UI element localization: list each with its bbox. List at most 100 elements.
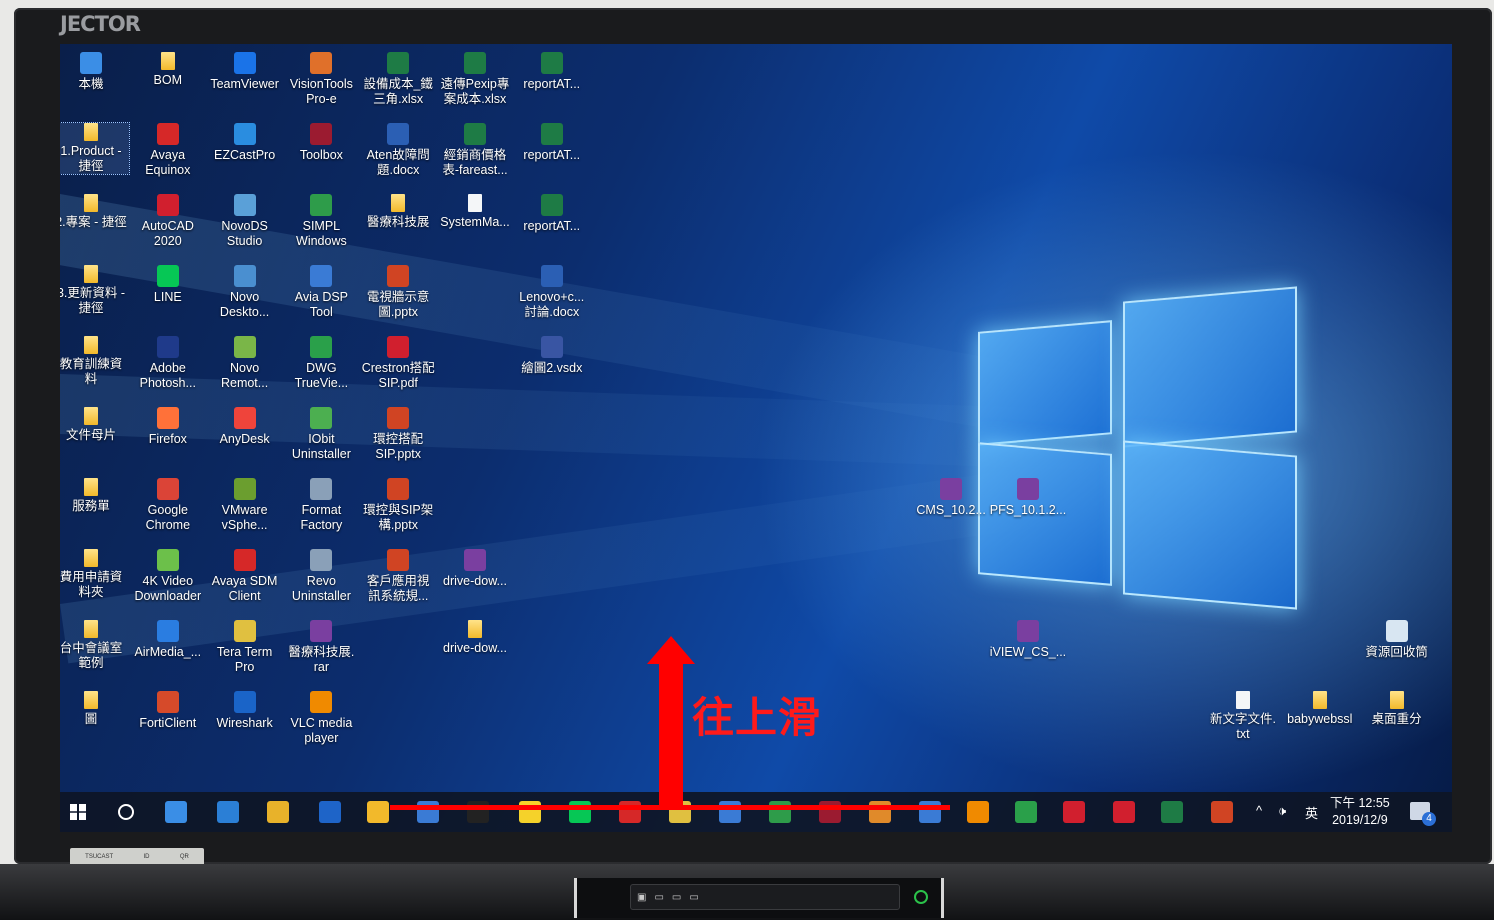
powerpoint-file-icon <box>387 478 410 500</box>
desktop-icon[interactable]: Novo Deskto... <box>207 265 283 320</box>
desktop-icon[interactable]: 經銷商價格 表-fareast... <box>437 123 513 178</box>
desktop-icon[interactable]: 台中會議室 範例 <box>60 620 129 671</box>
desktop-icon[interactable]: 遠傳Pexip專 案成本.xlsx <box>437 52 513 107</box>
taskbar-ie[interactable] <box>216 800 240 824</box>
taskbar-autocad[interactable] <box>1062 800 1086 824</box>
desktop-icon[interactable]: iVIEW_CS_... <box>990 620 1066 660</box>
tray-chevron[interactable]: ^ <box>1256 803 1262 818</box>
desktop-icon[interactable]: 3.更新資料 - 捷徑 <box>60 265 129 316</box>
desktop-icon[interactable]: 資源回收筒 <box>1359 620 1435 660</box>
desktop-icon[interactable]: AnyDesk <box>207 407 283 447</box>
desktop-icon[interactable]: AutoCAD 2020 <box>130 194 206 249</box>
desktop-icon[interactable]: DWG TrueVie... <box>283 336 359 391</box>
start-button[interactable] <box>66 800 90 824</box>
desktop-icon[interactable]: drive-dow... <box>437 620 513 656</box>
desktop-icon[interactable]: Crestron搭配 SIP.pdf <box>360 336 436 391</box>
desktop-icon[interactable]: VisionTools Pro-e <box>283 52 359 107</box>
desktop-icon[interactable]: PFS_10.1.2... <box>990 478 1066 518</box>
volume-icon[interactable]: 🕩 <box>1278 803 1286 819</box>
taskbar-file-explorer[interactable] <box>366 800 390 824</box>
action-center-icon[interactable]: 4 <box>1410 802 1436 826</box>
search-button[interactable] <box>114 800 138 824</box>
desktop-icon[interactable]: BOM <box>130 52 206 88</box>
taskbar-outlook[interactable] <box>318 800 342 824</box>
taskbar-edge[interactable] <box>164 800 188 824</box>
desktop-icon[interactable]: reportAT... <box>514 52 590 92</box>
desktop-icon[interactable]: SIMPL Windows <box>283 194 359 249</box>
desktop-icon[interactable]: 教育訓練資 料 <box>60 336 129 387</box>
desktop-icon[interactable]: 電視牆示意 圖.pptx <box>360 265 436 320</box>
desktop-icon[interactable]: Format Factory <box>283 478 359 533</box>
desktop-icon[interactable]: 設備成本_鐵 三角.xlsx <box>360 52 436 107</box>
taskbar-dwg[interactable] <box>1014 800 1038 824</box>
clock[interactable]: 下午 12:55 2019/12/9 <box>1330 795 1390 829</box>
desktop-icon[interactable]: 4K Video Downloader <box>130 549 206 604</box>
desktop-icon[interactable]: VLC media player <box>283 691 359 746</box>
taskbar-vlc[interactable] <box>966 800 990 824</box>
desktop-icon[interactable]: Novo Remot... <box>207 336 283 391</box>
desktop-icon[interactable]: Firefox <box>130 407 206 447</box>
desktop-icon[interactable]: EZCastPro <box>207 123 283 163</box>
desktop-icon[interactable]: 環控與SIP架 構.pptx <box>360 478 436 533</box>
desktop-icon[interactable]: Google Chrome <box>130 478 206 533</box>
desktop-icon-label: AirMedia_... <box>134 645 202 659</box>
desktop-icon[interactable]: 2.專案 - 捷徑 <box>60 194 129 230</box>
desktop-icon[interactable]: 服務單 <box>60 478 129 514</box>
desktop-icon[interactable]: VMware vSphe... <box>207 478 283 533</box>
taskbar-network[interactable] <box>718 800 742 824</box>
desktop-icon[interactable]: reportAT... <box>514 123 590 163</box>
taskbar-dsp[interactable] <box>918 800 942 824</box>
desktop-icon[interactable]: LINE <box>130 265 206 305</box>
taskbar-powerpoint[interactable] <box>1210 800 1234 824</box>
folder-icon <box>84 691 98 709</box>
desktop-icon[interactable]: CMS_10.2... <box>913 478 989 518</box>
desktop-icon[interactable]: 客戶應用視 訊系統規... <box>360 549 436 604</box>
taskbar-app-3[interactable] <box>868 800 892 824</box>
desktop-icon[interactable]: NovoDS Studio <box>207 194 283 249</box>
taskbar-app-2[interactable] <box>466 800 490 824</box>
desktop-icon[interactable]: 費用申請資 料夾 <box>60 549 129 600</box>
desktop-icon[interactable]: 桌面重分 <box>1359 691 1435 727</box>
desktop-icon[interactable]: SystemMa... <box>437 194 513 230</box>
desktop-icon[interactable]: babywebssl <box>1282 691 1358 727</box>
taskbar-excel[interactable] <box>1160 800 1184 824</box>
desktop-icon[interactable]: 本機 <box>60 52 129 92</box>
desktop-icon[interactable]: drive-dow... <box>437 549 513 589</box>
desktop-icon[interactable]: reportAT... <box>514 194 590 234</box>
desktop-icon[interactable]: 繪圖2.vsdx <box>514 336 590 376</box>
desktop-icon[interactable]: AirMedia_... <box>130 620 206 660</box>
ime-indicator[interactable]: 英 <box>1305 803 1318 822</box>
desktop-icon[interactable]: Lenovo+c... 討論.docx <box>514 265 590 320</box>
taskbar-toolbox[interactable] <box>818 800 842 824</box>
desktop-icon[interactable]: 圖 <box>60 691 129 727</box>
desktop-icon[interactable]: 文件母片 <box>60 407 129 443</box>
desktop-icon[interactable]: 環控搭配 SIP.pptx <box>360 407 436 462</box>
desktop-icon[interactable]: 1.Product - 捷徑 <box>60 122 130 175</box>
desktop-icon[interactable]: Avaya Equinox <box>130 123 206 178</box>
desktop-icon[interactable]: Adobe Photosh... <box>130 336 206 391</box>
desktop-icon[interactable]: 醫療科技展 <box>360 194 436 230</box>
taskbar-sticky-notes[interactable] <box>518 800 542 824</box>
taskbar-acrobat[interactable] <box>1112 800 1136 824</box>
taskbar-line[interactable] <box>568 800 592 824</box>
desktop-icon[interactable]: TeamViewer <box>207 52 283 92</box>
desktop-icon[interactable]: IObit Uninstaller <box>283 407 359 462</box>
desktop-icon[interactable]: Aten故障問 題.docx <box>360 123 436 178</box>
desktop-icon-label: Wireshark <box>216 716 273 730</box>
desktop-icon[interactable]: FortiClient <box>130 691 206 731</box>
taskbar-avaya[interactable] <box>618 800 642 824</box>
desktop-icon[interactable]: Toolbox <box>283 123 359 163</box>
windows-logo-pane <box>1123 440 1297 610</box>
desktop-icon-label: CMS_10.2... <box>916 503 986 517</box>
desktop-icon[interactable]: Avaya SDM Client <box>207 549 283 604</box>
desktop-icon[interactable]: 新文字文件. txt <box>1205 691 1281 742</box>
desktop-icon[interactable]: Avia DSP Tool <box>283 265 359 320</box>
taskbar-simpl[interactable] <box>768 800 792 824</box>
taskbar-app-1[interactable] <box>416 800 440 824</box>
desktop-icon[interactable]: Wireshark <box>207 691 283 731</box>
avia-dsp-icon <box>310 265 333 287</box>
desktop-icon[interactable]: Revo Uninstaller <box>283 549 359 604</box>
desktop-icon[interactable]: 醫療科技展. rar <box>283 620 359 675</box>
taskbar-chrome[interactable] <box>266 800 290 824</box>
desktop-icon[interactable]: Tera Term Pro <box>207 620 283 675</box>
